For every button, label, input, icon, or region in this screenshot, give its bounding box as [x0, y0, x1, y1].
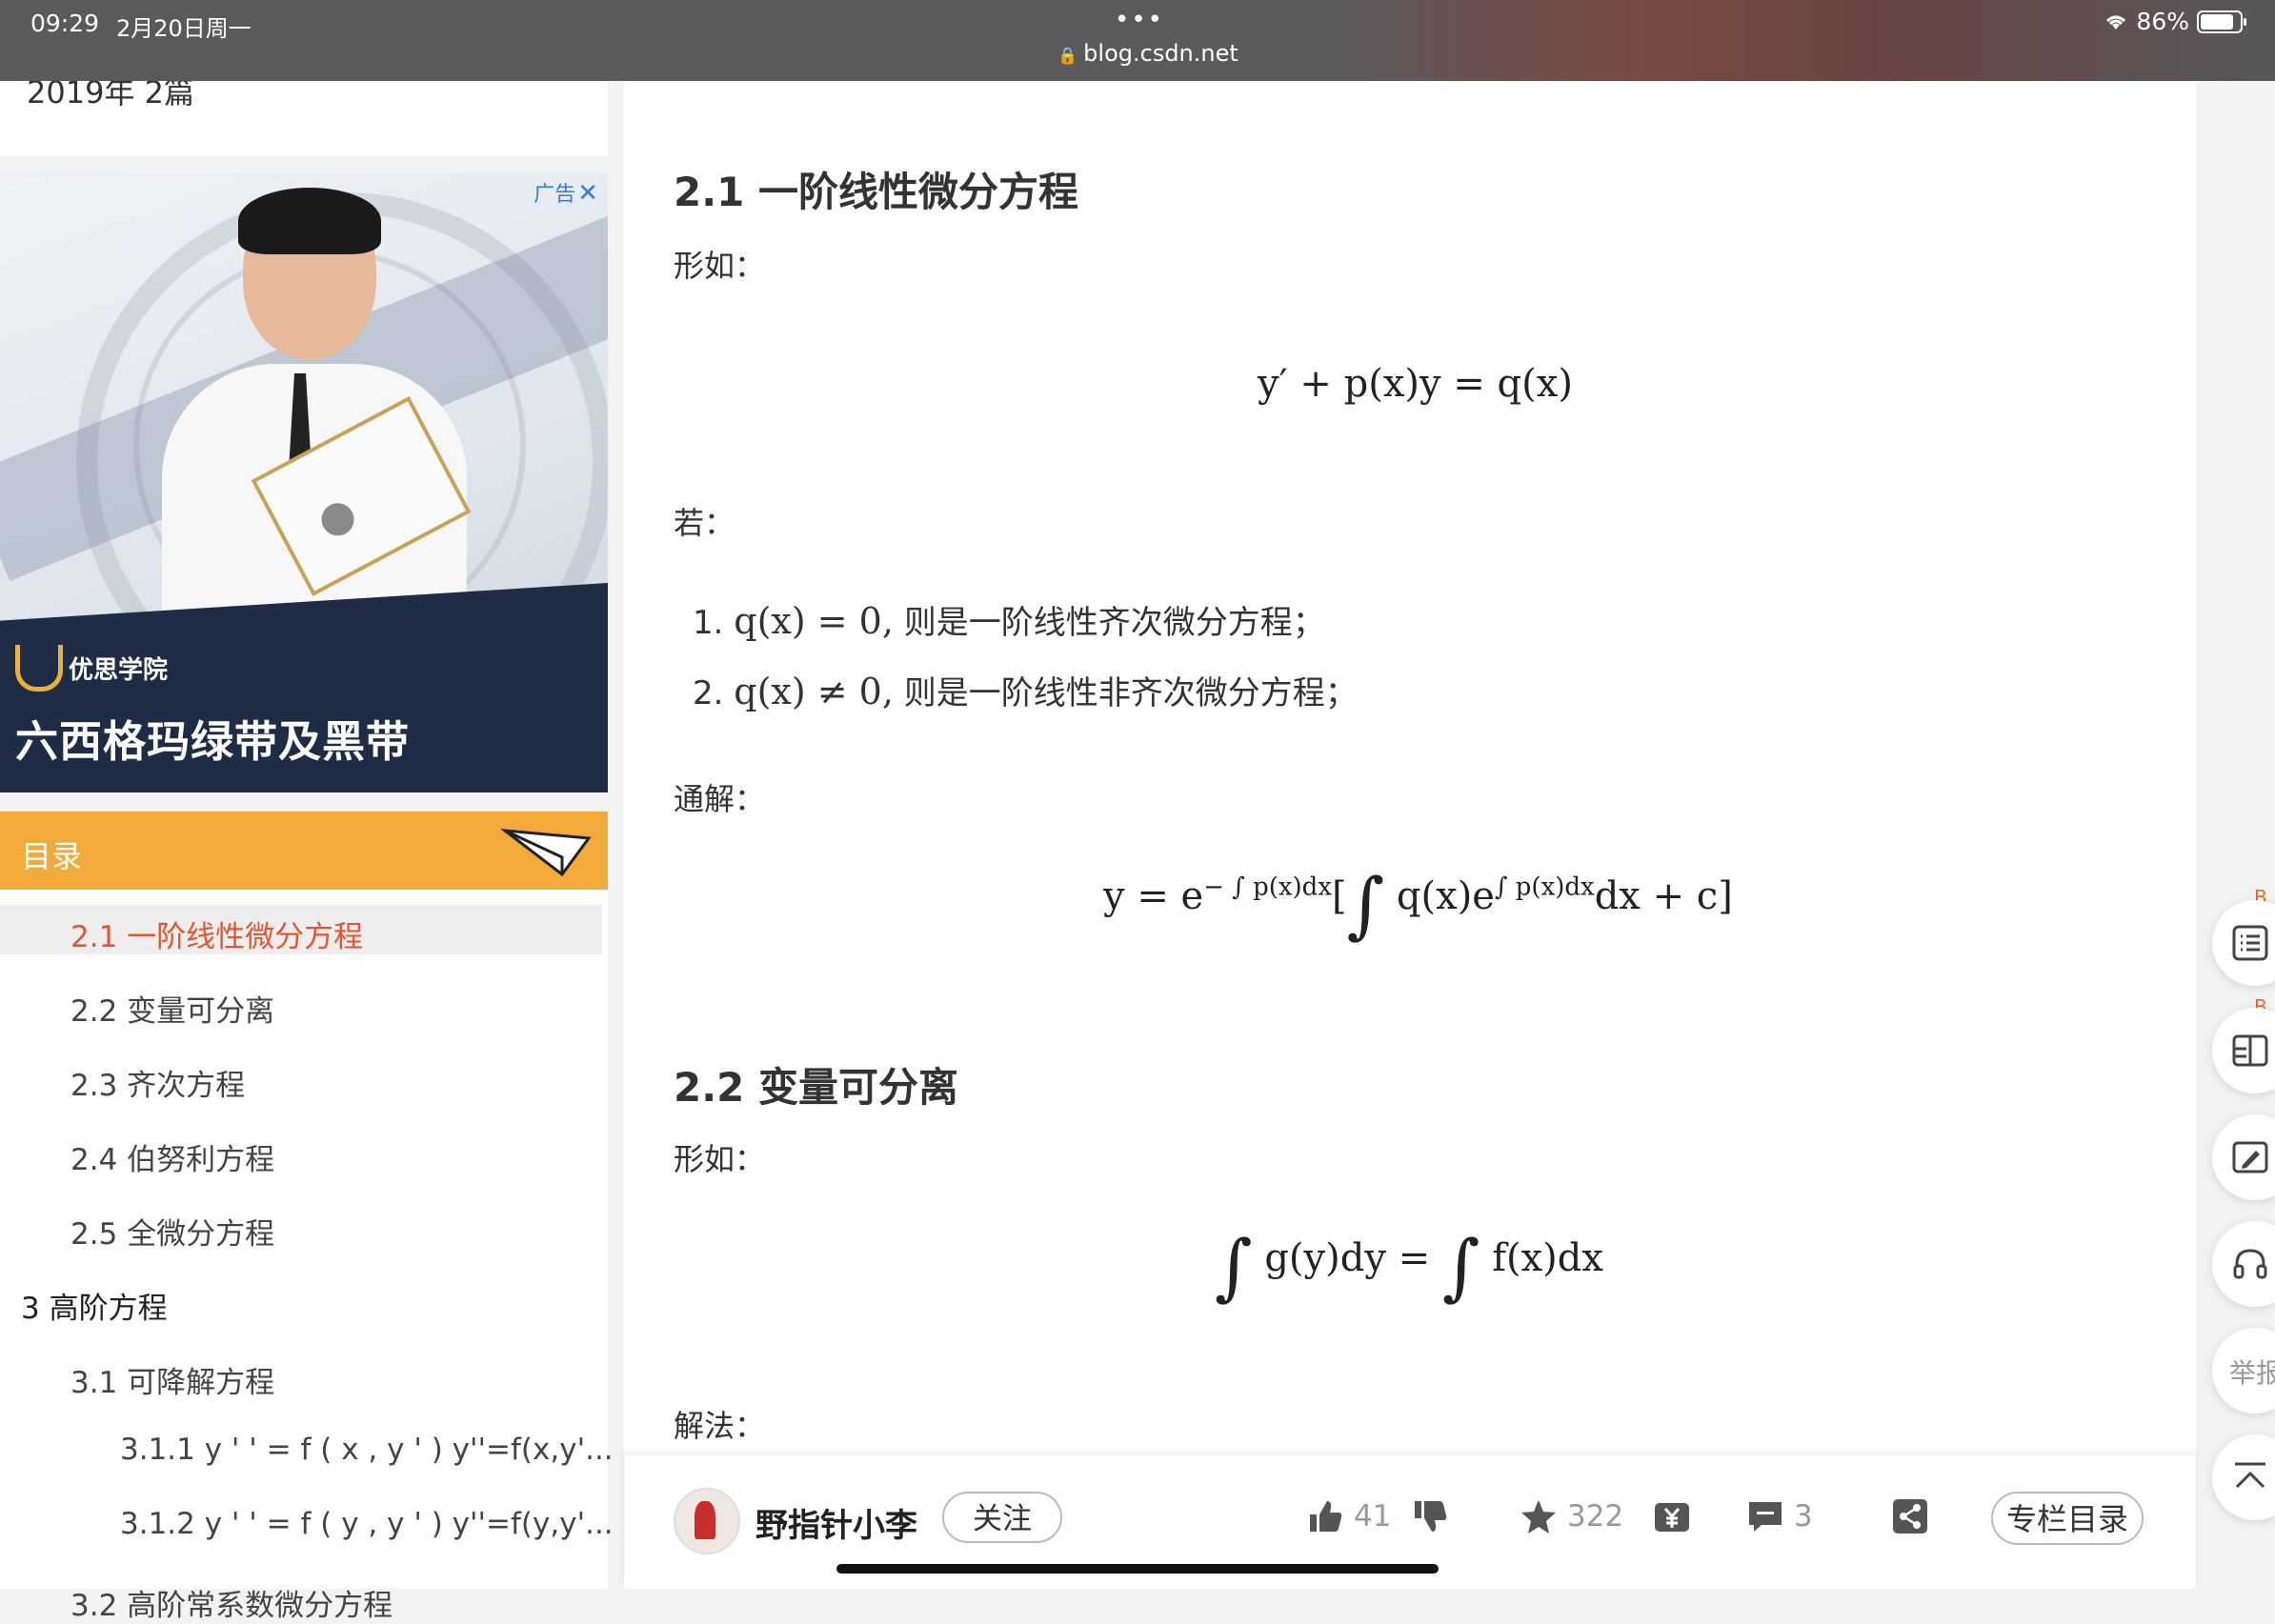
equation-separable: ∫ g(y)dy = ∫ f(x)dx: [1215, 1224, 1603, 1309]
list-item: 1. q(x) = 0, 则是一阶线性齐次微分方程；: [693, 600, 1325, 642]
browser-top-bar: 09:29 2月20日周一 ••• 🔒 blog.csdn.net 86%: [0, 0, 2275, 81]
wifi-icon: [2106, 15, 2126, 30]
share-icon: [1893, 1499, 1927, 1534]
ad-logo: 优思学院: [15, 645, 168, 692]
left-sidebar: 2019年 2篇 优思学院 六西格玛绿带及黑带 广告✕ 目录 2.1 一阶线性微…: [0, 0, 614, 1623]
lock-icon: 🔒: [1057, 47, 1078, 66]
toc-item-3-2[interactable]: 3.2 高阶常系数微分方程: [0, 1574, 602, 1623]
comment-count: 3: [1794, 1499, 1813, 1534]
column-tool-button[interactable]: [2212, 1008, 2275, 1093]
form-label-2-2: 形如：: [674, 1141, 766, 1177]
catalog-tool-button[interactable]: [2212, 900, 2275, 986]
home-indicator[interactable]: [836, 1564, 1439, 1574]
favorite-button[interactable]: 322: [1520, 1497, 1623, 1535]
toc-item-2-2[interactable]: 2.2 变量可分离: [0, 979, 602, 1029]
status-date: 2月20日周一: [116, 15, 252, 42]
heading-2-1: 2.1 一阶线性微分方程: [674, 169, 1079, 215]
yuan-coin-icon: [1655, 1503, 1689, 1532]
like-button[interactable]: 41: [1306, 1497, 1391, 1535]
general-solution-label: 通解：: [674, 781, 766, 817]
star-icon: [1521, 1500, 1556, 1534]
url-text: blog.csdn.net: [1083, 40, 1238, 67]
status-time: 09:29: [30, 10, 100, 37]
close-icon[interactable]: ✕: [577, 179, 598, 208]
status-icons: 86%: [2104, 8, 2246, 35]
column-toc-button[interactable]: 专栏目录: [1991, 1492, 2144, 1545]
ad-brand: 优思学院: [69, 656, 169, 685]
battery-percent: 86%: [2136, 8, 2189, 35]
toc-list: 2.1 一阶线性微分方程 2.2 变量可分离 2.3 齐次方程 2.4 伯努利方…: [0, 890, 614, 1623]
comment-icon: [1749, 1502, 1782, 1532]
back-to-top-button[interactable]: [2212, 1434, 2275, 1520]
list-item: 2. q(x) ≠ 0, 则是一阶线性非齐次微分方程；: [693, 671, 1358, 712]
edit-tool-button[interactable]: [2212, 1114, 2275, 1200]
ad-slogan: 六西格玛绿带及黑带: [15, 716, 411, 767]
back-to-top-icon: [2235, 1462, 2265, 1489]
ad-label[interactable]: 广告✕: [534, 177, 598, 208]
toc-item-2-5[interactable]: 2.5 全微分方程: [0, 1202, 602, 1252]
toc-item-2-4[interactable]: 2.4 伯努利方程: [0, 1128, 602, 1177]
toc-item-3-1-2[interactable]: 3.1.2 y ' ' = f ( y , y ' ) y''=f(y,y'..…: [0, 1499, 614, 1549]
toc-title: 目录: [21, 838, 83, 874]
support-tool-button[interactable]: [2212, 1221, 2275, 1307]
form-label-2-1: 形如：: [674, 248, 766, 284]
report-text: 举报: [2229, 1357, 2275, 1389]
thumbs-down-icon: [1415, 1501, 1447, 1532]
ad-label-text: 广告: [534, 183, 576, 207]
list-icon: [2232, 925, 2268, 961]
avatar[interactable]: [674, 1488, 740, 1554]
dislike-button[interactable]: [1411, 1497, 1449, 1535]
favorite-count: 322: [1567, 1499, 1624, 1534]
toc-header: 目录: [0, 812, 608, 890]
toc-item-3-1[interactable]: 3.1 可降解方程: [0, 1351, 602, 1400]
equation-general-solution: y = e− ∫ p(x)dx[∫ q(x)e∫ p(x)dxdx + c]: [1103, 862, 1733, 947]
book-icon: [2232, 1034, 2268, 1067]
paper-plane-icon: [501, 829, 592, 877]
reward-button[interactable]: [1653, 1497, 1691, 1535]
edit-icon: [2232, 1141, 2268, 1173]
headset-icon: [2233, 1249, 2267, 1279]
if-label: 若：: [674, 505, 735, 541]
address-bar[interactable]: 🔒 blog.csdn.net: [1057, 40, 1238, 67]
toc-item-3[interactable]: 3 高阶方程: [0, 1276, 602, 1326]
toc-item-3-1-1[interactable]: 3.1.1 y ' ' = f ( x , y ' ) y''=f(x,y'..…: [0, 1425, 614, 1474]
toc-item-2-3[interactable]: 2.3 齐次方程: [0, 1053, 602, 1103]
author-name[interactable]: 野指针小李: [755, 1499, 917, 1546]
report-tool-button[interactable]: 举报: [2212, 1328, 2275, 1413]
solve-label: 解法：: [674, 1408, 766, 1444]
comment-button[interactable]: 3: [1746, 1497, 1813, 1535]
equation-linear: y′ + p(x)y = q(x): [1258, 362, 1573, 406]
more-dots-icon[interactable]: •••: [1115, 6, 1164, 34]
article-content: 2 一阶方程 2.1 一阶线性微分方程 形如： y′ + p(x)y = q(x…: [624, 0, 2196, 1589]
ad-banner[interactable]: 优思学院 六西格玛绿带及黑带 广告✕: [0, 173, 608, 792]
toc-item-2-1[interactable]: 2.1 一阶线性微分方程: [0, 905, 602, 954]
follow-button[interactable]: 关注: [942, 1492, 1062, 1543]
battery-icon: [2197, 10, 2246, 33]
like-count: 41: [1354, 1499, 1392, 1534]
share-button[interactable]: [1891, 1497, 1929, 1535]
heading-2-2: 2.2 变量可分离: [674, 1064, 959, 1111]
thumbs-up-icon: [1310, 1501, 1342, 1532]
